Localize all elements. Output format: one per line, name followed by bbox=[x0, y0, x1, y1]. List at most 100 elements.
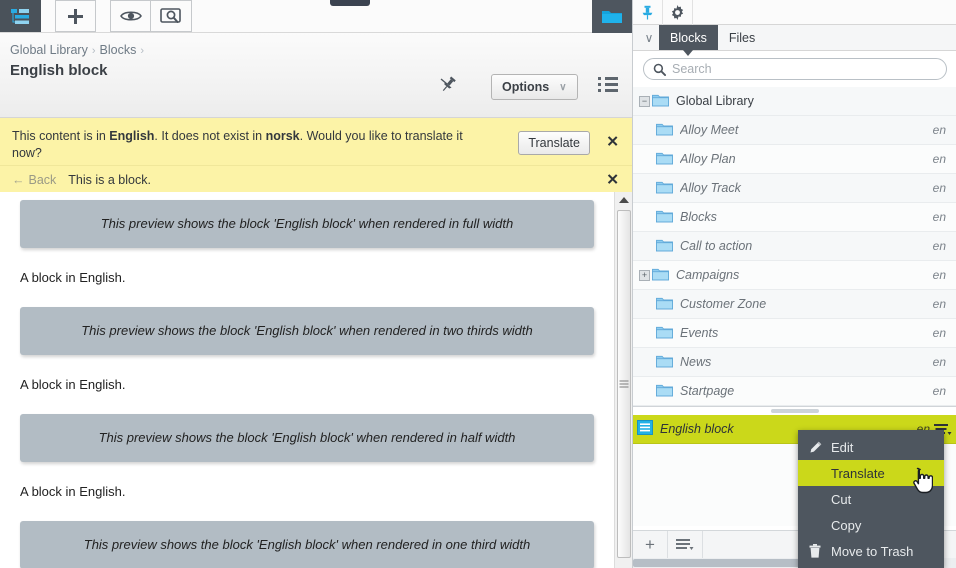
tree-row-alloy-plan[interactable]: Alloy Plan en bbox=[633, 145, 956, 174]
tree-row-call-to-action[interactable]: Call to action en bbox=[633, 232, 956, 261]
page-header: Global Library › Blocks › English block Opt… bbox=[0, 33, 632, 118]
options-dropdown-button[interactable]: Options ∨ bbox=[491, 74, 578, 100]
breadcrumb-separator-0: › bbox=[91, 45, 96, 57]
scrollbar-thumb[interactable] bbox=[617, 210, 631, 558]
context-menu-label-move-to-trash: Move to Trash bbox=[831, 543, 914, 559]
panel-menu-icon bbox=[676, 539, 694, 550]
search-input[interactable] bbox=[644, 62, 946, 76]
folder-icon-glyph bbox=[656, 326, 673, 338]
tree-lang-news: en bbox=[932, 355, 946, 369]
list-view-icon[interactable] bbox=[598, 77, 618, 93]
scroll-up-button[interactable] bbox=[615, 192, 633, 208]
gear-icon-button[interactable] bbox=[663, 0, 693, 25]
folder-icon bbox=[656, 209, 673, 226]
tree-toggle-campaigns[interactable]: + bbox=[639, 269, 650, 281]
tree-label-alloy-track: Alloy Track bbox=[680, 181, 741, 195]
close-block-info-icon[interactable]: ✕ bbox=[606, 172, 619, 187]
tree-row-blocks[interactable]: Blocks en bbox=[633, 203, 956, 232]
breadcrumb-separator-1: › bbox=[140, 45, 144, 57]
tree-toggle-global-library[interactable]: − bbox=[639, 95, 650, 107]
tree-label-alloy-plan: Alloy Plan bbox=[680, 152, 736, 166]
preview-content: This preview shows the block 'English bl… bbox=[0, 192, 632, 568]
close-notification-icon[interactable]: ✕ bbox=[606, 134, 619, 149]
translate-notification: This content is in English. It does not … bbox=[0, 118, 632, 166]
folder-icon-glyph bbox=[656, 384, 673, 396]
eye-icon bbox=[119, 11, 142, 21]
breadcrumb-item-1[interactable]: Blocks bbox=[100, 43, 137, 57]
tree-lang-call-to-action: en bbox=[932, 239, 946, 253]
tree-row-global-library[interactable]: − Global Library bbox=[633, 87, 956, 116]
context-menu-label-copy: Copy bbox=[831, 517, 862, 533]
context-menu-label-translate: Translate bbox=[831, 465, 885, 481]
structure-button-group bbox=[0, 0, 41, 32]
context-menu-label-cut: Cut bbox=[831, 491, 852, 507]
pin-icon bbox=[642, 5, 653, 19]
pencil-icon-glyph bbox=[809, 441, 821, 453]
tree-row-alloy-track[interactable]: Alloy Track en bbox=[633, 174, 956, 203]
context-menu-item-cut[interactable]: Cut bbox=[798, 486, 944, 512]
pin-icon-button[interactable] bbox=[633, 0, 663, 25]
back-label: Back bbox=[28, 172, 57, 187]
folder-icon-glyph bbox=[656, 152, 673, 164]
tab-files[interactable]: Files bbox=[718, 25, 766, 50]
unpin-icon[interactable] bbox=[438, 75, 460, 97]
translate-notification-text: This content is in English. It does not … bbox=[12, 128, 482, 162]
folder-icon bbox=[656, 238, 673, 255]
tree-lang-startpage: en bbox=[932, 384, 946, 398]
eye-icon-button[interactable] bbox=[110, 0, 151, 32]
search-icon bbox=[653, 63, 666, 81]
trash-icon-glyph bbox=[809, 544, 821, 558]
tree-label-campaigns: Campaigns bbox=[676, 268, 740, 282]
app-root: Global Library › Blocks › English block Opt… bbox=[0, 0, 956, 568]
search-icon-glyph bbox=[653, 63, 666, 76]
preview-box-one-third-width: This preview shows the block 'English bl… bbox=[20, 521, 594, 568]
tree-scroll-handle[interactable] bbox=[770, 409, 819, 413]
context-menu-item-copy[interactable]: Copy bbox=[798, 512, 944, 538]
assets-folder-button[interactable] bbox=[592, 0, 632, 33]
content-vertical-scrollbar[interactable] bbox=[614, 192, 633, 568]
plus-icon-button[interactable] bbox=[55, 0, 96, 32]
page-title: English block bbox=[10, 62, 108, 79]
folder-icon bbox=[656, 296, 673, 313]
breadcrumb-item-0[interactable]: Global Library bbox=[10, 43, 88, 57]
sitemap-icon-button[interactable] bbox=[0, 0, 41, 32]
translate-button[interactable]: Translate bbox=[518, 131, 590, 155]
tree-row-startpage[interactable]: Startpage en bbox=[633, 377, 956, 406]
tree-lang-customer-zone: en bbox=[932, 297, 946, 311]
tree-row-alloy-meet[interactable]: Alloy Meet en bbox=[633, 116, 956, 145]
tree-label-events: Events bbox=[680, 326, 719, 340]
top-center-tab-handle[interactable] bbox=[330, 0, 370, 6]
tree-label-global-library: Global Library bbox=[676, 94, 754, 108]
collapse-chevron-icon[interactable]: ∨ bbox=[639, 25, 659, 50]
breadcrumb: Global Library › Blocks › bbox=[10, 43, 148, 57]
context-menu-item-edit[interactable]: Edit bbox=[798, 434, 944, 460]
search-box[interactable] bbox=[643, 58, 947, 80]
tree-row-events[interactable]: Events en bbox=[633, 319, 956, 348]
tree-row-campaigns[interactable]: + Campaigns en bbox=[633, 261, 956, 290]
add-button[interactable]: + bbox=[633, 531, 668, 558]
tree-row-customer-zone[interactable]: Customer Zone en bbox=[633, 290, 956, 319]
tree-lang-alloy-track: en bbox=[932, 181, 946, 195]
block-icon bbox=[637, 420, 653, 438]
unpin-icon-glyph bbox=[440, 76, 456, 92]
folder-icon bbox=[656, 354, 673, 371]
context-menu-item-translate[interactable]: Translate bbox=[798, 460, 944, 486]
context-menu-item-move-to-trash[interactable]: Move to Trash bbox=[798, 538, 944, 564]
tree-row-news[interactable]: News en bbox=[633, 348, 956, 377]
panel-menu-button[interactable] bbox=[668, 531, 703, 558]
folder-icon bbox=[656, 122, 673, 139]
tree-horizontal-scroll-divider[interactable] bbox=[633, 406, 956, 415]
folder-icon-glyph bbox=[652, 268, 669, 280]
chevron-down-icon: ∨ bbox=[559, 81, 567, 93]
tab-blocks[interactable]: Blocks bbox=[659, 25, 718, 56]
tree-lang-blocks: en bbox=[932, 210, 946, 224]
preview-list: This preview shows the block 'English bl… bbox=[0, 192, 614, 568]
right-panel-tabs: ∨ Blocks Files bbox=[633, 25, 956, 56]
folder-icon bbox=[656, 180, 673, 197]
tree-lang-events: en bbox=[932, 326, 946, 340]
back-link[interactable]: ← Back bbox=[12, 173, 56, 187]
folder-icon-glyph bbox=[656, 123, 673, 135]
tree-label-startpage: Startpage bbox=[680, 384, 735, 398]
preview-body-2: A block in English. bbox=[20, 484, 126, 499]
inspect-icon-button[interactable] bbox=[151, 0, 192, 32]
